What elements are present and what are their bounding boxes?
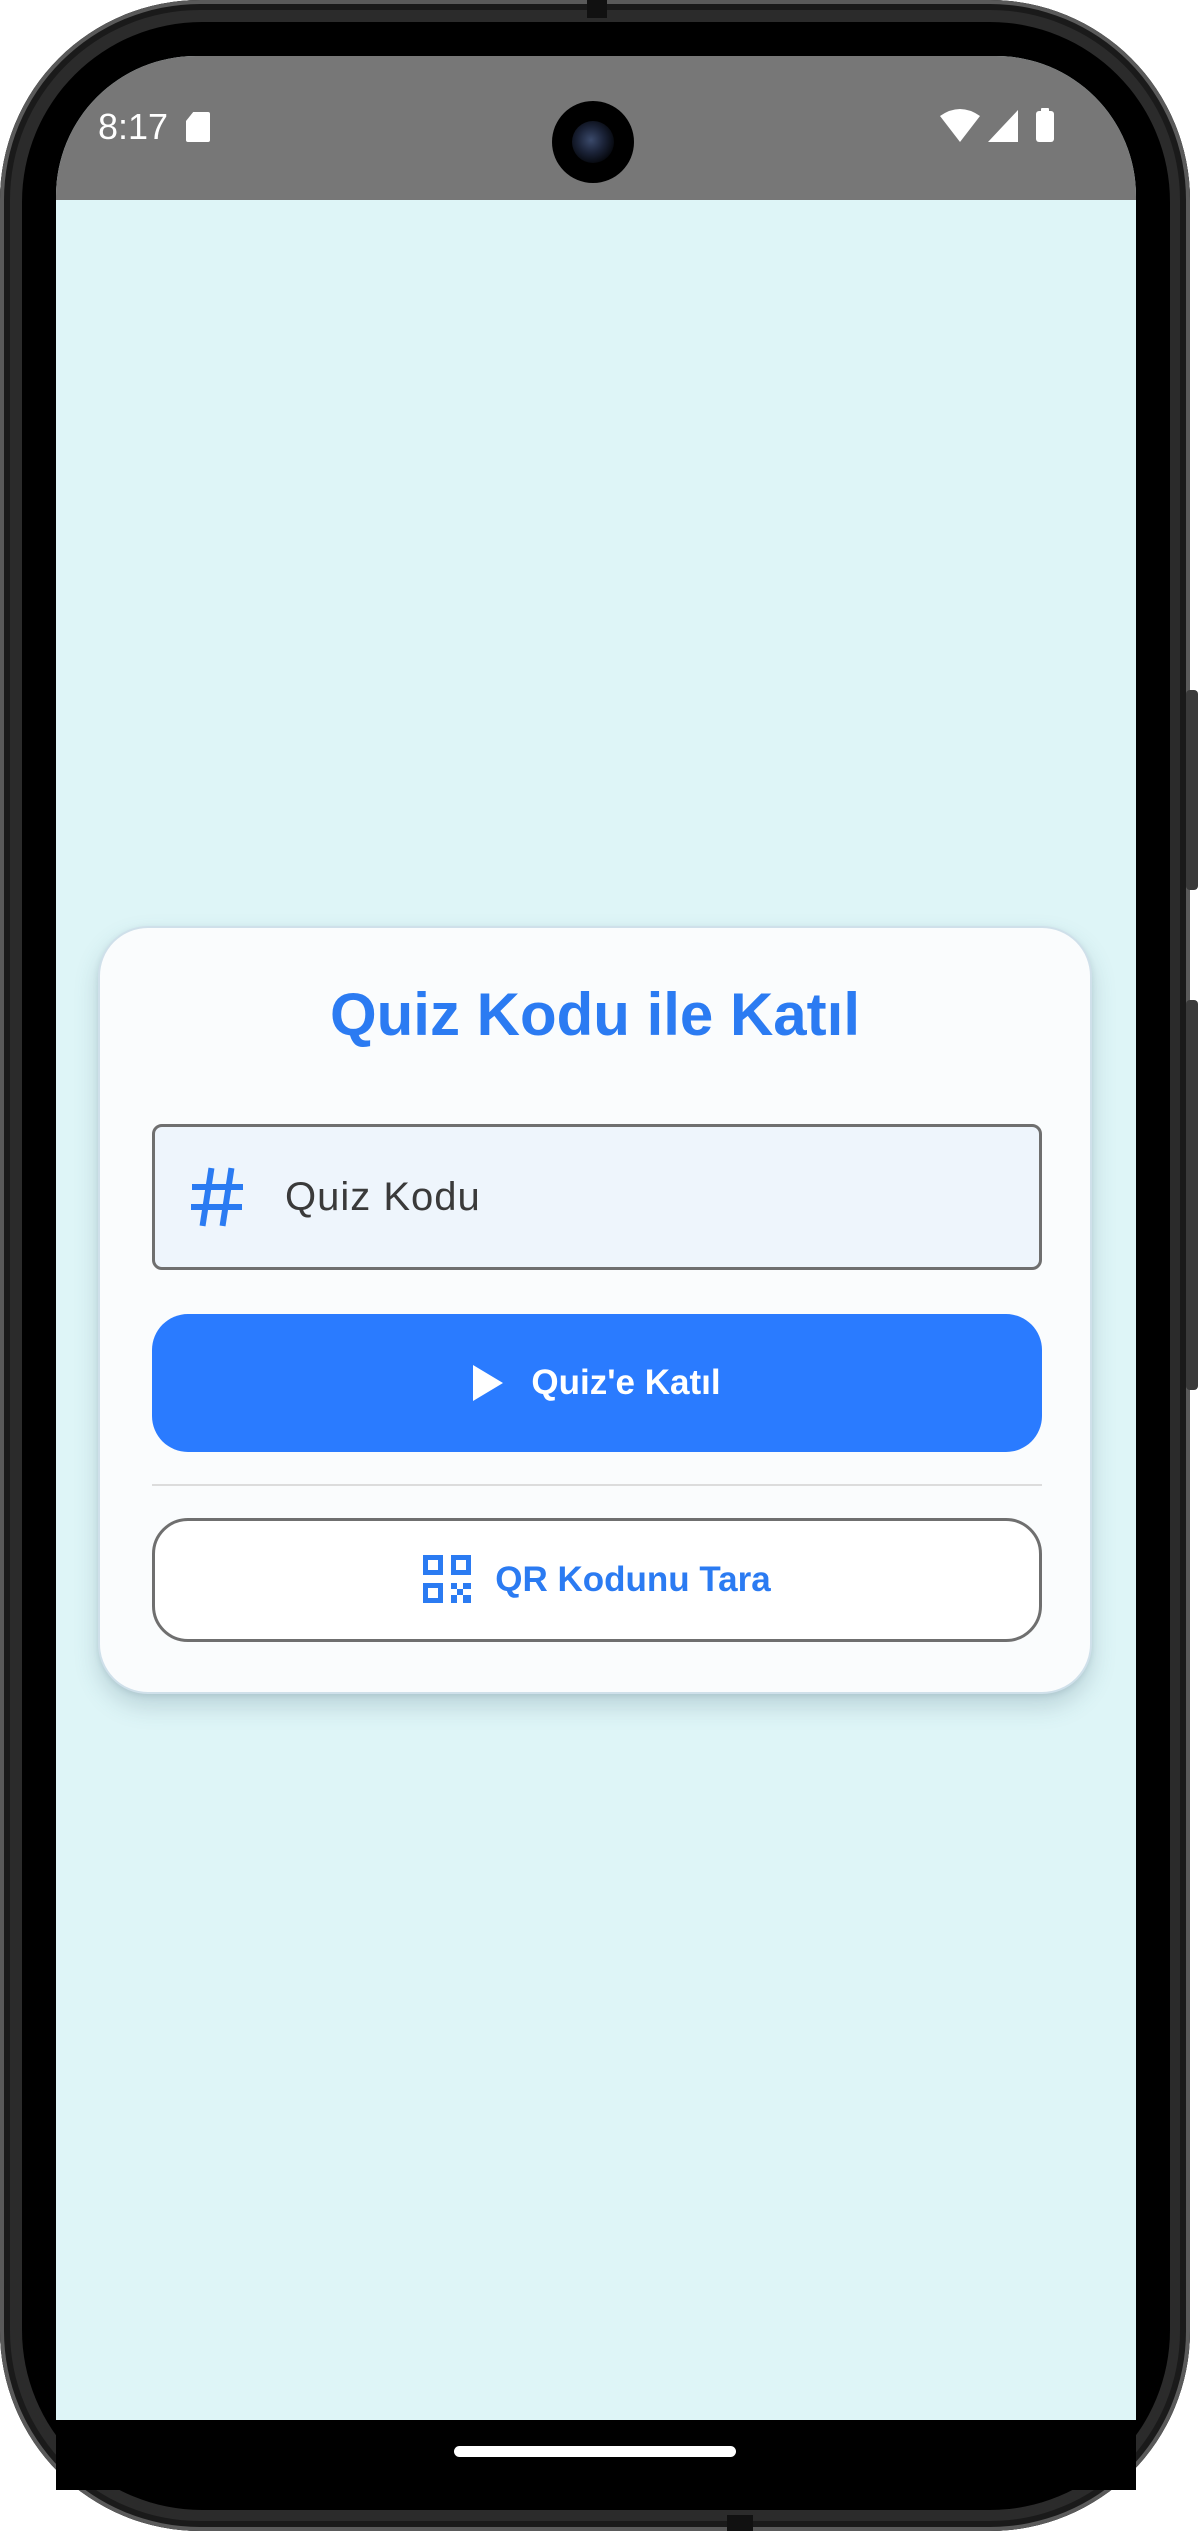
qr-button-label: QR Kodunu Tara xyxy=(495,1560,771,1599)
card-title: Quiz Kodu ile Katıl xyxy=(329,981,860,1048)
camera-lens xyxy=(572,121,614,163)
cellular-signal-icon xyxy=(988,110,1018,142)
join-button-label: Quiz'e Katıl xyxy=(531,1363,721,1402)
join-button-content: Quiz'e Katıl xyxy=(473,1363,721,1403)
status-icons xyxy=(940,108,1066,144)
sd-card-icon xyxy=(186,112,210,142)
battery-icon xyxy=(1036,108,1054,142)
status-bar: 8:17 xyxy=(56,56,1136,200)
power-button xyxy=(1186,690,1198,890)
wifi-icon xyxy=(940,109,980,142)
qr-code-icon xyxy=(423,1555,472,1603)
quiz-code-field[interactable] xyxy=(152,1124,1042,1270)
phone-device: 8:17 Quiz Kodu ile Katıl Quiz Kodu Quiz'… xyxy=(0,0,1198,2531)
quiz-code-input[interactable] xyxy=(285,1127,1025,1267)
volume-button xyxy=(1186,1000,1198,1390)
divider xyxy=(152,1484,1042,1486)
hash-icon xyxy=(191,1167,243,1227)
front-camera xyxy=(552,101,634,183)
play-icon xyxy=(473,1365,504,1401)
top-speaker-slit xyxy=(587,0,607,18)
bottom-speaker-slit xyxy=(727,2515,753,2531)
qr-button-content: QR Kodunu Tara xyxy=(423,1555,771,1605)
screen: 8:17 Quiz Kodu ile Katıl Quiz Kodu Quiz'… xyxy=(56,56,1136,2420)
join-quiz-card: Quiz Kodu ile Katıl Quiz Kodu Quiz'e Kat… xyxy=(98,926,1092,1694)
join-quiz-button[interactable]: Quiz'e Katıl xyxy=(152,1314,1042,1452)
status-time: 8:17 xyxy=(98,106,169,147)
home-indicator[interactable] xyxy=(454,2446,736,2457)
scan-qr-button[interactable]: QR Kodunu Tara xyxy=(152,1518,1042,1642)
